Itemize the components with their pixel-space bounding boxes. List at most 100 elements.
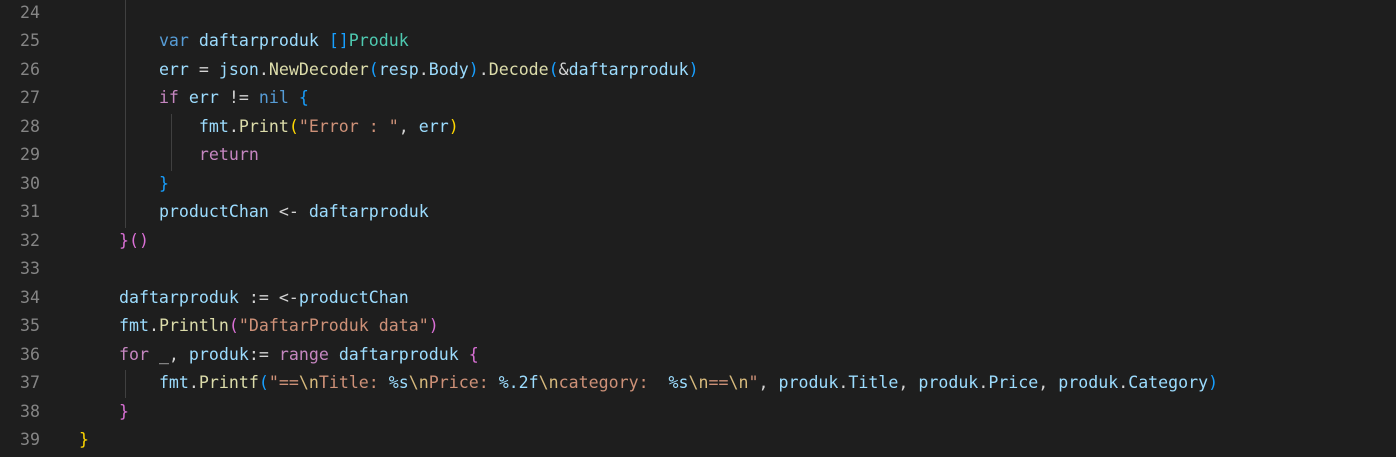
code-line[interactable]: 36 for _, produk:= range daftarproduk {: [0, 341, 1396, 370]
code-text: fmt.Printf("==\nTitle: %s\nPrice: %.2f\n…: [79, 369, 1218, 398]
code-line[interactable]: 25 var daftarproduk []Produk: [0, 27, 1396, 56]
code-token: []: [328, 31, 349, 50]
code-token: daftarproduk: [118, 287, 239, 307]
code-token: <-: [268, 202, 309, 221]
line-number: 25: [20, 31, 40, 50]
code-line[interactable]: 39}: [0, 426, 1396, 455]
code-line[interactable]: 34 daftarproduk := <-productChan: [0, 284, 1396, 313]
code-token: _,: [148, 344, 189, 364]
code-token: Title: [848, 373, 899, 392]
code-token: %s: [388, 373, 409, 392]
code-line[interactable]: 32 }(): [0, 227, 1396, 256]
code-token: }: [118, 230, 129, 250]
code-token: daftarproduk: [338, 344, 459, 364]
code-token: (: [288, 116, 299, 136]
line-number: 32: [20, 230, 40, 250]
code-line[interactable]: 24: [0, 0, 1396, 27]
code-text: return: [79, 141, 259, 170]
code-text: }(): [79, 227, 149, 256]
line-number: 31: [20, 202, 40, 221]
code-text: }: [79, 426, 89, 455]
code-token: \n: [688, 373, 709, 392]
code-token: NewDecoder: [268, 59, 369, 79]
code-line[interactable]: 35 fmt.Println("DaftarProduk data"): [0, 312, 1396, 341]
code-token: return: [198, 145, 259, 164]
code-token: resp: [378, 59, 419, 79]
line-number: 39: [20, 430, 40, 449]
code-token: fmt: [118, 316, 149, 335]
code-token: .: [418, 59, 429, 79]
code-token: &: [558, 59, 569, 79]
code-token: daftarproduk: [198, 31, 319, 50]
code-line[interactable]: 30 }: [0, 170, 1396, 199]
code-text: }: [79, 398, 129, 427]
code-token: range: [278, 344, 329, 364]
code-token: produk: [778, 373, 839, 392]
code-token: \n: [298, 373, 319, 392]
code-text: daftarproduk := <-productChan: [79, 284, 409, 313]
code-token: !=: [218, 88, 259, 107]
code-token: productChan: [298, 287, 409, 307]
code-text: var daftarproduk []Produk: [79, 27, 409, 56]
code-line[interactable]: 38 }: [0, 398, 1396, 427]
code-token: (: [548, 59, 559, 79]
code-token: .: [978, 373, 989, 392]
code-token: produk: [918, 373, 979, 392]
code-line[interactable]: 33: [0, 255, 1396, 284]
code-token: %s: [668, 373, 689, 392]
line-number: 27: [20, 88, 40, 107]
line-number: 30: [20, 173, 40, 193]
code-text: fmt.Println("DaftarProduk data"): [79, 312, 439, 341]
code-text: }: [79, 170, 169, 199]
line-number: 33: [20, 259, 40, 278]
code-text: err = json.NewDecoder(resp.Body).Decode(…: [79, 56, 699, 85]
code-line[interactable]: 27 if err != nil {: [0, 84, 1396, 113]
line-number: 36: [20, 344, 40, 364]
code-token: produk: [1058, 373, 1119, 392]
code-token: "Error : ": [298, 116, 399, 136]
code-token: produk: [188, 344, 249, 364]
code-token: .: [148, 316, 159, 335]
code-line[interactable]: 26 err = json.NewDecoder(resp.Body).Deco…: [0, 56, 1396, 85]
code-token: err: [188, 88, 219, 107]
code-token: ,: [398, 116, 419, 136]
code-token: Println: [158, 316, 229, 335]
code-line[interactable]: 29 return: [0, 141, 1396, 170]
code-text: fmt.Print("Error : ", err): [79, 113, 459, 142]
code-token: =: [188, 59, 219, 79]
line-number: 29: [20, 145, 40, 164]
code-token: Produk: [348, 31, 409, 50]
code-token: (: [258, 373, 269, 392]
code-token: Category: [1128, 373, 1209, 392]
code-token: fmt: [158, 373, 189, 392]
code-token: ==: [708, 373, 729, 392]
code-token: Body: [428, 59, 469, 79]
code-token: :=: [248, 344, 279, 364]
code-line[interactable]: 37 fmt.Printf("==\nTitle: %s\nPrice: %.2…: [0, 369, 1396, 398]
line-number: 24: [20, 2, 40, 22]
code-token: ): [448, 116, 459, 136]
line-number: 37: [20, 373, 40, 392]
code-line[interactable]: 31 productChan <- daftarproduk: [0, 198, 1396, 227]
code-editor[interactable]: 24 25 var daftarproduk []Produk 26 err = j…: [0, 0, 1396, 457]
code-line[interactable]: 28 fmt.Print("Error : ", err): [0, 113, 1396, 142]
code-token: \n: [408, 373, 429, 392]
code-token: ): [1208, 373, 1219, 392]
code-text: if err != nil {: [79, 84, 309, 113]
code-token: .: [258, 59, 269, 79]
code-token: ,: [758, 373, 779, 392]
code-token: category:: [558, 373, 669, 392]
code-token: ,: [1038, 373, 1059, 392]
code-token: daftarproduk: [308, 202, 429, 221]
code-token: ): [468, 59, 479, 79]
